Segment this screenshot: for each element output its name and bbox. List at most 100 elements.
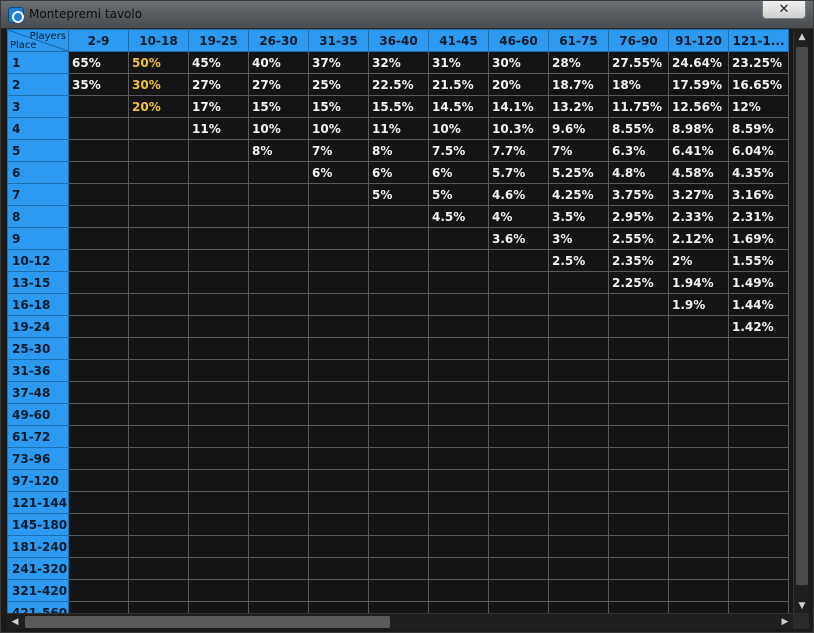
prize-cell: 1.69% — [728, 227, 789, 250]
scroll-right-icon[interactable]: ▶ — [777, 614, 793, 630]
prize-cell — [548, 359, 609, 382]
prize-cell: 7.5% — [428, 139, 489, 162]
column-header[interactable]: 121-1... — [728, 29, 789, 52]
prize-cell — [428, 227, 489, 250]
prize-cell — [68, 95, 129, 118]
prize-cell — [248, 469, 309, 492]
place-cell: 1 — [7, 51, 69, 74]
column-header[interactable]: 10-18 — [128, 29, 189, 52]
prize-cell: 7% — [308, 139, 369, 162]
prize-cell: 8% — [248, 139, 309, 162]
column-header[interactable]: 19-25 — [188, 29, 249, 52]
prize-cell: 17.59% — [668, 73, 729, 96]
prize-cell: 18% — [608, 73, 669, 96]
prize-cell: 13.2% — [548, 95, 609, 118]
prize-cell — [128, 381, 189, 404]
prize-cell — [668, 579, 729, 602]
prize-cell: 10.3% — [488, 117, 549, 140]
vertical-scrollbar[interactable]: ▲ ▼ — [793, 29, 809, 614]
prize-cell — [728, 535, 789, 558]
prize-cell — [248, 315, 309, 338]
column-header[interactable]: 31-35 — [308, 29, 369, 52]
place-cell: 5 — [7, 139, 69, 162]
column-header[interactable]: 46-60 — [488, 29, 549, 52]
prize-cell — [248, 557, 309, 580]
prize-cell — [668, 315, 729, 338]
horizontal-scroll-thumb[interactable] — [25, 616, 390, 628]
prize-cell — [308, 535, 369, 558]
table-row: 5 8% 7% 8% 7.5% 7.7% 7% 6.3% 6.41% 6.04% — [7, 139, 789, 162]
prize-cell — [188, 337, 249, 360]
prize-cell: 37% — [308, 51, 369, 74]
prize-cell — [548, 535, 609, 558]
prize-cell — [428, 425, 489, 448]
prize-cell — [128, 227, 189, 250]
column-header[interactable]: 36-40 — [368, 29, 429, 52]
column-header[interactable]: 41-45 — [428, 29, 489, 52]
prize-cell — [68, 469, 129, 492]
prize-cell: 12.56% — [668, 95, 729, 118]
place-cell: 8 — [7, 205, 69, 228]
prize-cell: 4.25% — [548, 183, 609, 206]
column-header[interactable]: 76-90 — [608, 29, 669, 52]
prize-cell — [308, 579, 369, 602]
prize-cell — [368, 491, 429, 514]
prize-cell: 6.41% — [668, 139, 729, 162]
prize-cell — [428, 469, 489, 492]
close-button[interactable]: ✕ — [762, 1, 806, 19]
prize-cell — [308, 447, 369, 470]
prize-cell: 45% — [188, 51, 249, 74]
prize-cell — [248, 337, 309, 360]
prize-cell: 1.55% — [728, 249, 789, 272]
prize-cell — [608, 469, 669, 492]
prize-cell — [428, 315, 489, 338]
prize-cell — [548, 513, 609, 536]
prize-cell — [308, 183, 369, 206]
prize-cell: 14.1% — [488, 95, 549, 118]
column-header[interactable]: 91-120 — [668, 29, 729, 52]
prize-cell — [668, 381, 729, 404]
scroll-up-icon[interactable]: ▲ — [794, 29, 810, 45]
prize-cell — [68, 337, 129, 360]
prize-cell — [308, 293, 369, 316]
column-header[interactable]: 61-75 — [548, 29, 609, 52]
prize-cell: 10% — [248, 117, 309, 140]
scroll-down-icon[interactable]: ▼ — [794, 598, 810, 614]
prize-cell — [668, 469, 729, 492]
prize-cell — [308, 425, 369, 448]
prize-cell — [68, 535, 129, 558]
prize-cell — [68, 359, 129, 382]
prize-cell — [68, 447, 129, 470]
prize-cell — [128, 447, 189, 470]
table-row: 25-30 — [7, 337, 789, 360]
column-header[interactable]: 26-30 — [248, 29, 309, 52]
prize-cell — [488, 271, 549, 294]
prize-cell — [548, 557, 609, 580]
prize-cell — [548, 447, 609, 470]
prize-table-window: Montepremi tavolo ✕ Players Place 2-9 10-… — [0, 0, 814, 633]
prize-cell — [728, 579, 789, 602]
table-row: 19-24 1.42% — [7, 315, 789, 338]
prize-cell — [68, 491, 129, 514]
place-cell: 4 — [7, 117, 69, 140]
prize-cell — [308, 513, 369, 536]
column-header[interactable]: 2-9 — [68, 29, 129, 52]
prize-cell — [548, 293, 609, 316]
prize-cell — [488, 293, 549, 316]
title-bar[interactable]: Montepremi tavolo ✕ — [1, 1, 813, 29]
prize-cell — [308, 491, 369, 514]
prize-cell: 30% — [128, 73, 189, 96]
vertical-scroll-thumb[interactable] — [796, 47, 808, 585]
prize-cell: 15% — [308, 95, 369, 118]
prize-cell — [308, 557, 369, 580]
scroll-left-icon[interactable]: ◀ — [7, 614, 23, 630]
prize-cell — [308, 337, 369, 360]
prize-cell — [608, 491, 669, 514]
table-row: 10-12 2.5% 2.35% 2% 1.55% — [7, 249, 789, 272]
prize-cell — [728, 447, 789, 470]
prize-cell — [188, 139, 249, 162]
prize-cell — [128, 359, 189, 382]
prize-cell — [188, 425, 249, 448]
prize-cell — [368, 579, 429, 602]
horizontal-scrollbar[interactable]: ◀ ▶ — [7, 613, 793, 629]
